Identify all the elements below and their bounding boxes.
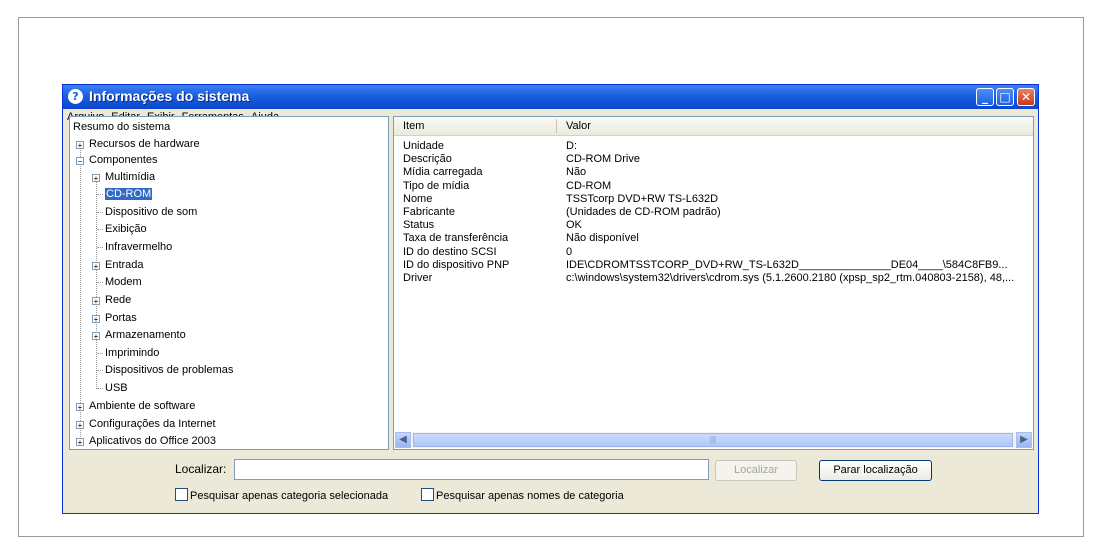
tree-line (97, 388, 103, 389)
expand-icon[interactable]: + (76, 421, 84, 430)
expand-icon[interactable]: + (92, 262, 100, 271)
column-header-value[interactable]: Valor (566, 120, 591, 132)
tree-item-usb[interactable]: USB (105, 381, 128, 396)
row-item-cell: Tipo de mídia (403, 179, 470, 192)
tree-item-dispositivo-som[interactable]: Dispositivo de som (105, 205, 197, 220)
tree-line (97, 247, 103, 248)
row-value-cell: D: (566, 140, 577, 152)
row-value-cell: Não disponível (566, 232, 639, 245)
expand-icon[interactable]: + (92, 332, 100, 341)
row-value-cell: Não (566, 166, 587, 179)
tree-item-dispositivos-problemas[interactable]: Dispositivos de problemas (105, 363, 233, 378)
window-title: Informações do sistema (89, 88, 250, 104)
tree-line (97, 194, 103, 195)
tree-item-internet[interactable]: Configurações da Internet (89, 417, 216, 432)
checkbox-category-names[interactable]: Pesquisar apenas nomes de categoria (421, 488, 624, 502)
tree-item-armazenamento[interactable]: Armazenamento (105, 328, 186, 343)
row-value-cell: (Unidades de CD-ROM padrão) (566, 206, 721, 218)
tree-item-rede[interactable]: Rede (105, 293, 131, 308)
collapse-icon[interactable]: − (76, 157, 84, 166)
expand-icon[interactable]: + (76, 141, 84, 150)
system-info-window: ? Informações do sistema _ □ ✕ ArquivoEd… (62, 84, 1039, 514)
row-value-cell: CD-ROM Drive (566, 153, 640, 166)
close-button[interactable]: ✕ (1017, 88, 1035, 106)
row-item-cell: ID do dispositivo PNP (403, 258, 510, 271)
help-icon: ? (68, 89, 83, 104)
details-list: Item Valor Unidade D: Descrição CD-ROM Driv… (393, 116, 1034, 450)
maximize-button[interactable]: □ (996, 88, 1014, 106)
tree-item-office[interactable]: Aplicativos do Office 2003 (89, 434, 216, 449)
tree-item-modem[interactable]: Modem (105, 275, 142, 290)
find-label: Localizar: (175, 462, 227, 476)
title-bar[interactable]: ? Informações do sistema _ □ ✕ (63, 85, 1038, 109)
row-item-cell: Nome (403, 192, 433, 205)
tree-line (96, 177, 97, 389)
horizontal-scrollbar[interactable]: ◀ ||| ▶ (395, 432, 1032, 448)
tree-line (97, 282, 103, 283)
stop-find-button[interactable]: Parar localização (819, 460, 932, 481)
tree-item-multimidia[interactable]: Multimídia (105, 170, 155, 185)
row-item-cell: Fabricante (403, 206, 455, 218)
row-item-cell: ID do destino SCSI (403, 245, 497, 258)
find-input[interactable] (234, 459, 709, 480)
tree-item-infravermelho[interactable]: Infravermelho (105, 240, 172, 255)
checkbox-label: Pesquisar apenas categoria selecionada (190, 490, 389, 502)
row-value-cell: CD-ROM (566, 179, 612, 192)
find-button[interactable]: Localizar (715, 460, 797, 481)
list-header: Item Valor (394, 117, 1033, 136)
row-value-cell: c:\windows\system32\drivers\cdrom.sys (5… (566, 272, 1015, 284)
tree-line (97, 353, 103, 354)
expand-icon[interactable]: + (76, 438, 84, 447)
tree-line (97, 370, 103, 371)
tree-item-resumo[interactable]: Resumo do sistema (73, 120, 170, 135)
scroll-right-icon[interactable]: ▶ (1016, 432, 1032, 448)
row-item-cell: Taxa de transferência (403, 232, 509, 245)
expand-icon[interactable]: + (92, 315, 100, 324)
expand-icon[interactable]: + (76, 403, 84, 412)
tree-item-componentes[interactable]: Componentes (89, 153, 158, 168)
tree-item-ambiente[interactable]: Ambiente de software (89, 399, 195, 414)
row-item-cell: Descrição (403, 153, 452, 166)
checkbox-icon[interactable] (175, 488, 188, 501)
checkbox-icon[interactable] (421, 488, 434, 501)
row-item-cell: Unidade (403, 140, 444, 152)
checkbox-label: Pesquisar apenas nomes de categoria (436, 490, 624, 502)
row-value-cell: TSSTcorp DVD+RW TS-L632D (566, 192, 719, 205)
tree-item-portas[interactable]: Portas (105, 311, 137, 326)
checkbox-selected-category[interactable]: Pesquisar apenas categoria selecionada (175, 488, 388, 502)
minimize-button[interactable]: _ (976, 88, 994, 106)
column-divider[interactable] (556, 119, 557, 133)
scroll-left-icon[interactable]: ◀ (395, 432, 411, 448)
tree-item-exibicao[interactable]: Exibição (105, 222, 147, 237)
tree-item-entrada[interactable]: Entrada (105, 258, 144, 273)
tree-item-recursos[interactable]: Recursos de hardware (89, 137, 200, 152)
row-item-cell: Driver (403, 272, 433, 284)
row-value-cell: IDE\CDROMTSSTCORP_DVD+RW_TS-L632D_______… (566, 258, 1008, 271)
column-header-item[interactable]: Item (403, 120, 424, 132)
scroll-thumb[interactable]: ||| (413, 433, 1013, 447)
category-tree: Resumo do sistema + Recursos de hardware… (69, 116, 389, 450)
row-value-cell: 0 (566, 245, 573, 258)
row-item-cell: Mídia carregada (403, 166, 483, 179)
tree-item-imprimindo[interactable]: Imprimindo (105, 346, 159, 361)
tree-line (80, 145, 81, 441)
tree-item-cdrom[interactable]: CD-ROM (105, 188, 153, 200)
expand-icon[interactable]: + (92, 297, 100, 306)
row-value-cell: OK (566, 219, 582, 232)
tree-line (97, 229, 103, 230)
expand-icon[interactable]: + (92, 174, 100, 183)
tree-line (97, 212, 103, 213)
row-item-cell: Status (403, 219, 435, 232)
